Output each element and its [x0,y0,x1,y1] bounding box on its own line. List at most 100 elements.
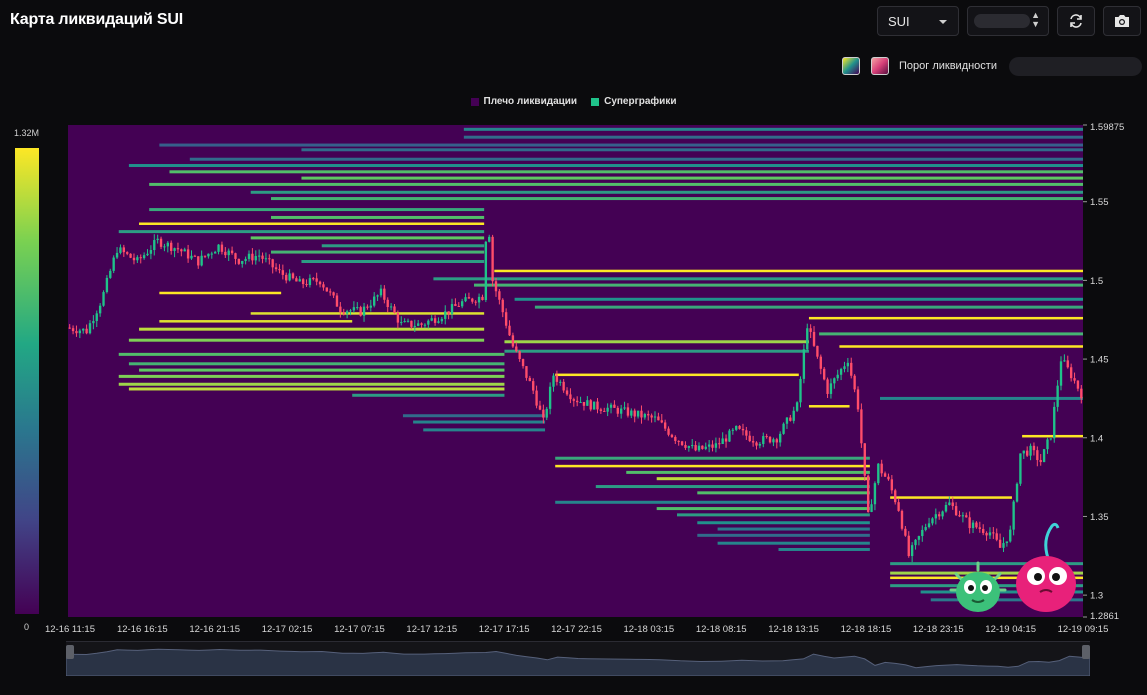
price-candle [562,381,565,391]
liquidity-level [250,236,485,240]
liquidity-level [626,470,870,474]
price-candle [762,436,765,444]
price-candle [234,253,237,259]
navigator-right-handle[interactable] [1082,645,1090,659]
price-candle [88,323,92,334]
liquidity-level [677,513,870,517]
price-candle [965,515,968,518]
price-candle [494,281,498,292]
liquidity-level [656,507,870,511]
price-candle [491,236,494,282]
liquidity-level [169,170,1083,174]
price-candle [254,256,257,261]
price-candle [274,267,278,270]
price-candle [515,346,518,352]
price-candle [623,407,626,409]
price-candle [444,311,447,319]
price-candle [1015,483,1019,502]
price-candle [806,328,809,350]
price-candle [460,301,464,307]
price-candle [329,291,332,293]
price-candle [180,249,183,252]
price-candle [122,247,126,253]
price-candle [829,383,833,394]
price-candle [153,240,156,251]
price-candle [883,473,887,477]
price-candle [420,323,423,325]
x-axis-tick-label: 12-17 07:15 [334,624,385,635]
price-candle [660,420,663,423]
liquidation-heatmap[interactable]: 1.59875 1.55 1.5 1.45 1.4 1.35 1.3 1.2861 12-16 … [0,0,1147,640]
price-candle [119,247,122,253]
price-candle [667,428,670,435]
price-candle [247,253,251,259]
price-candle [464,297,467,302]
price-candle [78,330,82,334]
price-candle [173,248,176,251]
price-candle [366,306,369,308]
price-candle [853,375,856,390]
price-candle [542,409,545,418]
price-candle [301,279,305,285]
price-candle [146,253,149,256]
price-candle [873,483,877,505]
price-candle [657,416,660,421]
price-candle [1066,360,1069,368]
time-navigator[interactable] [65,641,1091,677]
price-candle [586,400,589,406]
liquidity-level [159,320,353,323]
price-candle [352,307,356,311]
price-candle [383,288,386,300]
price-candle [636,410,640,417]
price-candle [691,445,694,447]
price-candle [951,502,954,507]
price-candle [1053,406,1056,439]
price-candle [213,251,217,254]
price-candle [633,410,636,417]
price-candle [308,278,312,286]
price-candle [220,244,224,252]
price-candle [312,278,315,280]
price-candle [836,374,839,379]
price-candle [318,281,322,285]
price-candle [565,390,569,395]
price-candle [305,284,308,286]
price-candle [910,545,914,557]
liquidity-level [321,244,485,248]
price-candle [379,288,383,296]
price-candle [142,255,146,259]
price-candle [504,312,508,326]
price-candle [535,390,538,406]
price-candle [440,318,444,322]
price-candle [1059,361,1063,386]
price-candle [795,402,799,411]
price-candle [674,437,677,441]
price-candle [714,443,718,448]
liquidity-level [514,297,1083,301]
liquidity-level [402,414,546,418]
price-candle [1039,460,1042,463]
navigator-area [65,648,1091,677]
liquidity-level [301,260,485,264]
price-candle [572,399,575,401]
price-candle [569,394,572,400]
liquidity-level [534,305,1083,309]
price-candle [931,518,934,524]
liquidity-level [819,332,1083,336]
price-candle [325,287,329,292]
price-candle [396,312,400,323]
price-candle [555,375,559,382]
price-candle [345,311,349,314]
price-candle [227,250,230,256]
navigator-left-handle[interactable] [66,645,74,659]
price-candle [860,409,863,444]
x-axis-tick-label: 12-18 13:15 [768,624,819,635]
liquidity-level [271,215,485,219]
price-candle [822,368,826,380]
price-candle [1080,388,1083,399]
price-candle [437,321,440,323]
price-candle [663,422,667,429]
liquidity-level [697,533,870,537]
liquidity-level [159,143,1084,147]
price-candle [244,258,247,262]
